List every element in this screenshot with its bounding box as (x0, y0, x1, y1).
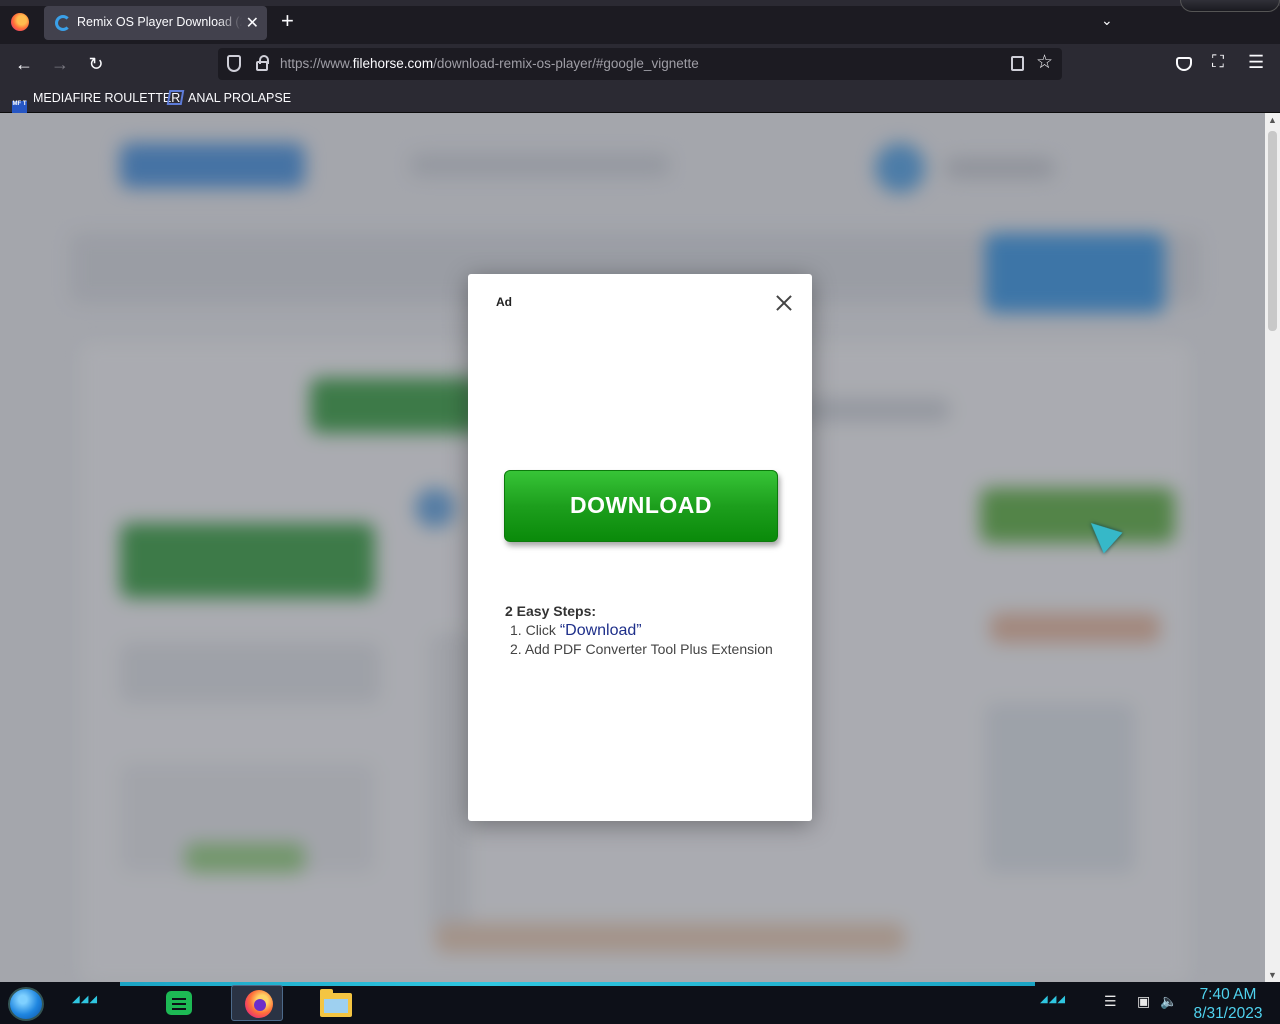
scroll-thumb[interactable] (1268, 131, 1277, 331)
ad-steps: 2 Easy Steps: 1. Click “Download” 2. Add… (505, 603, 795, 659)
bookmark-label: MEDIAFIRE ROULETTER (33, 91, 181, 105)
volume-icon[interactable]: 🔈 (1160, 993, 1177, 1010)
taskbar: ◢◢◢ ◢◢◢ ☰ ▣ 🔈 7:40 AM 8/31/2023 (0, 982, 1280, 1024)
bookmark-label: ANAL PROLAPSE (188, 91, 292, 105)
new-tab-button[interactable]: + (281, 9, 294, 33)
url-text[interactable]: https://www.filehorse.com/download-remix… (280, 56, 699, 71)
taskbar-decoration-icon: ◢◢◢ (72, 994, 99, 1005)
close-icon[interactable] (773, 292, 795, 314)
forward-arrow-icon[interactable]: → (48, 52, 72, 76)
back-arrow-icon[interactable]: ← (12, 52, 36, 76)
system-clock[interactable]: 7:40 AM 8/31/2023 (1186, 985, 1270, 1023)
url-prefix: https://www. (280, 56, 353, 71)
lock-icon[interactable] (256, 55, 269, 71)
url-path: /download-remix-os-player/#google_vignet… (433, 56, 699, 71)
navigation-toolbar: ← → ↻ https://www.filehorse.com/download… (0, 44, 1280, 84)
list-all-tabs-chevron-icon[interactable]: ⌄ (1101, 12, 1113, 29)
download-button[interactable]: DOWNLOAD (504, 470, 778, 542)
scroll-down-arrow-icon[interactable]: ▼ (1268, 970, 1277, 980)
tab-close-icon[interactable]: ✕ (246, 13, 259, 33)
clock-time: 7:40 AM (1199, 986, 1257, 1003)
clock-date: 8/31/2023 (1193, 1005, 1263, 1022)
start-button[interactable] (8, 987, 44, 1021)
step-1-quote: “Download” (559, 622, 642, 639)
bookmark-anal-prolapse[interactable]: ANAL PROLAPSE (166, 90, 292, 108)
folder-icon (320, 989, 352, 1017)
firefox-view-icon[interactable] (11, 13, 29, 31)
bookmark-mediafire-rouletter[interactable]: MF T MEDIAFIRE ROULETTER (12, 90, 181, 116)
tab-bar: Remix OS Player Download (2023 ✕ + ⌄ (0, 0, 1280, 44)
steps-heading: 2 Easy Steps: (505, 603, 597, 619)
step-1: 1. Click “Download” (510, 622, 642, 639)
url-domain: filehorse.com (352, 56, 434, 71)
page-scrollbar[interactable]: ▲ ▼ (1265, 113, 1280, 982)
tracking-protection-shield-icon[interactable] (227, 55, 241, 72)
notes-app-icon (166, 991, 192, 1015)
extensions-icon[interactable]: ⛶ (1212, 52, 1224, 72)
tab-active[interactable]: Remix OS Player Download (2023 ✕ (44, 6, 267, 40)
taskbar-decoration-icon: ◢◢◢ (1040, 994, 1067, 1005)
tray-overflow-icon[interactable]: ☰ (1104, 993, 1117, 1010)
tab-title: Remix OS Player Download (2023 (77, 15, 242, 29)
ad-vignette-dialog: Ad DOWNLOAD 2 Easy Steps: 1. Click “Down… (468, 274, 812, 821)
reader-view-icon[interactable] (1011, 56, 1024, 71)
address-bar[interactable]: https://www.filehorse.com/download-remix… (218, 48, 1062, 80)
reload-icon[interactable]: ↻ (84, 52, 108, 76)
sigma-icon (166, 90, 185, 105)
taskbar-firefox-app[interactable] (231, 985, 283, 1021)
window-controls-decoration (1180, 0, 1280, 12)
menu-hamburger-icon[interactable]: ☰ (1248, 52, 1264, 73)
taskbar-notes-app[interactable] (152, 985, 204, 1021)
bookmark-star-icon[interactable]: ☆ (1036, 51, 1053, 74)
ad-label: Ad (496, 295, 512, 309)
pocket-icon[interactable] (1176, 57, 1192, 71)
filehorse-favicon-icon (55, 15, 71, 31)
step-2: 2. Add PDF Converter Tool Plus Extension (510, 641, 773, 657)
bookmarks-toolbar: MF T MEDIAFIRE ROULETTER ANAL PROLAPSE (0, 84, 1280, 116)
firefox-icon (245, 990, 273, 1018)
network-icon[interactable]: ▣ (1137, 993, 1150, 1010)
scroll-up-arrow-icon[interactable]: ▲ (1268, 115, 1277, 125)
taskbar-file-explorer-app[interactable] (306, 985, 358, 1021)
